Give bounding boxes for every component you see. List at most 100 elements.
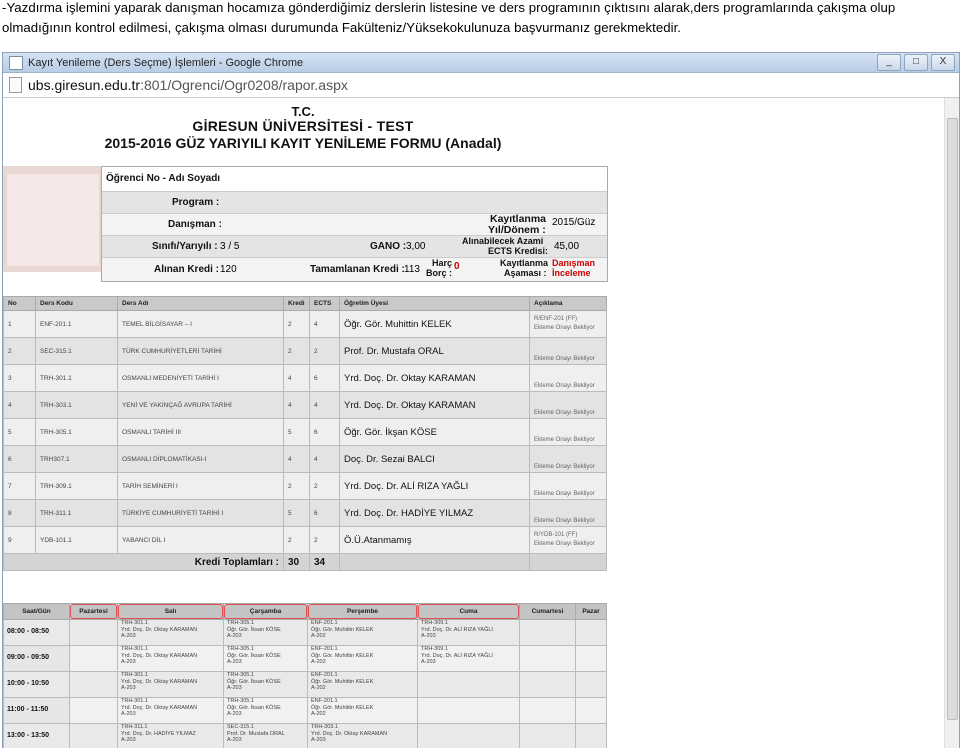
course-no: 3	[4, 365, 36, 392]
course-note-status: Ekleme Onayı Bekliyor	[534, 355, 602, 364]
schedule-table: Saat/GünPazartesiSalıÇarşambaPerşembeCum…	[3, 603, 607, 748]
schedule-time: 08:00 - 08:50	[4, 620, 70, 646]
course-ects: 6	[310, 419, 340, 446]
vertical-scrollbar[interactable]	[944, 98, 959, 748]
credits-taken-label: Alınan Kredi :	[154, 264, 219, 275]
term-value: 2015/Güz	[552, 217, 595, 228]
schedule-cell: ENF-201.1Öğr. Gör. Muhittin KELEKA-202	[308, 672, 418, 698]
course-name: YENİ VE YAKINÇAĞ AVRUPA TARİHİ	[118, 392, 284, 419]
course-header-cell: Ders Kodu	[36, 297, 118, 311]
schedule-cell	[520, 672, 576, 698]
course-note-status: Ekleme Onayı Bekliyor	[534, 324, 602, 333]
schedule-cell	[70, 620, 118, 646]
student-photo	[3, 166, 103, 272]
fee-label-1: Harç	[432, 258, 452, 268]
course-teacher: Öğr. Gör. Muhittin KELEK	[340, 311, 530, 338]
scrollbar-thumb[interactable]	[947, 118, 958, 720]
gano-value: 3,00	[406, 241, 425, 252]
stage-value-2: İnceleme	[552, 268, 591, 278]
schedule-day-header: Saat/Gün	[4, 604, 70, 620]
course-name: OSMANLI TARİHİ III	[118, 419, 284, 446]
course-credit: 2	[284, 473, 310, 500]
course-header-cell: No	[4, 297, 36, 311]
course-row: 2SEC-315.1TÜRK CUMHURİYETLERİ TARİHİ22Pr…	[4, 338, 607, 365]
form-header-university: GİRESUN ÜNİVERSİTESİ - TEST	[3, 118, 603, 134]
course-note-status: Ekleme Onayı Bekliyor	[534, 382, 602, 391]
schedule-cell-line: A-203	[121, 711, 220, 718]
schedule-cell	[576, 620, 607, 646]
close-button[interactable]: X	[931, 54, 955, 71]
schedule-day-header: Cuma	[418, 604, 520, 620]
course-teacher: Yrd. Doç. Dr. HADİYE YILMAZ	[340, 500, 530, 527]
course-note: Ekleme Onayı Bekliyor	[530, 446, 607, 473]
course-credit: 4	[284, 446, 310, 473]
url-text[interactable]: ubs.giresun.edu.tr:801/Ogrenci/Ogr0208/r…	[28, 77, 348, 93]
course-credit: 5	[284, 500, 310, 527]
course-table: NoDers KoduDers AdıKrediECTSÖğretim Üyes…	[3, 296, 607, 571]
course-code: TRH-311.1	[36, 500, 118, 527]
schedule-row: 13:00 - 13:50TRH-311.1Yrd. Doç. Dr. HADİ…	[4, 724, 607, 748]
schedule-cell	[520, 646, 576, 672]
page-content: T.C. GİRESUN ÜNİVERSİTESİ - TEST 2015-20…	[3, 98, 943, 748]
schedule-cell-line: A-202	[311, 659, 414, 666]
course-row: 3TRH-301.1OSMANLI MEDENİYETİ TARİHİ I46Y…	[4, 365, 607, 392]
course-note-code: R/YDB-101 (FF)	[534, 531, 602, 540]
course-code: TRH-303.1	[36, 392, 118, 419]
ects-label-2: ECTS Kredisi:	[488, 246, 548, 256]
credit-total-label: Kredi Toplamları :	[4, 554, 284, 571]
schedule-day-header: Salı	[118, 604, 224, 620]
schedule-cell: TRH-309.1Yrd. Doç. Dr. ALİ RIZA YAĞLIA-2…	[418, 620, 520, 646]
schedule-cell-line: A-202	[311, 633, 414, 640]
schedule-cell-line: A-202	[311, 685, 414, 692]
schedule-cell	[70, 672, 118, 698]
schedule-cell-line: A-203	[121, 633, 220, 640]
schedule-cell: ENF-201.1Öğr. Gör. Muhittin KELEKA-202	[308, 646, 418, 672]
course-note: Ekleme Onayı Bekliyor	[530, 419, 607, 446]
course-no: 1	[4, 311, 36, 338]
course-note-status: Ekleme Onayı Bekliyor	[534, 490, 602, 499]
course-teacher: Yrd. Doç. Dr. Oktay KARAMAN	[340, 365, 530, 392]
course-row: 5TRH-305.1OSMANLI TARİHİ III56Öğr. Gör. …	[4, 419, 607, 446]
course-ects: 4	[310, 446, 340, 473]
title-bar[interactable]: Kayıt Yenileme (Ders Seçme) İşlemleri - …	[3, 53, 959, 73]
schedule-cell	[520, 724, 576, 748]
course-note: Ekleme Onayı Bekliyor	[530, 500, 607, 527]
course-teacher: Yrd. Doç. Dr. Oktay KARAMAN	[340, 392, 530, 419]
page-icon	[9, 56, 23, 70]
fee-label-2: Borç :	[426, 268, 452, 278]
schedule-cell	[70, 698, 118, 724]
schedule-cell-line: A-203	[121, 737, 220, 744]
schedule-day-header: Pazartesi	[70, 604, 118, 620]
schedule-cell-line: A-202	[311, 711, 414, 718]
schedule-day-header: Perşembe	[308, 604, 418, 620]
form-header-tc: T.C.	[3, 104, 603, 119]
course-ects: 4	[310, 311, 340, 338]
course-ects: 2	[310, 527, 340, 554]
schedule-time: 10:00 - 10:50	[4, 672, 70, 698]
course-name: TARİH SEMİNERİ I	[118, 473, 284, 500]
schedule-row: 09:00 - 09:50TRH-301.1Yrd. Doç. Dr. Okta…	[4, 646, 607, 672]
schedule-time: 11:00 - 11:50	[4, 698, 70, 724]
credits-done-label: Tamamlanan Kredi :	[310, 264, 405, 275]
stage-value-1: Danışman	[552, 258, 595, 268]
course-ects: 6	[310, 500, 340, 527]
total-empty	[340, 554, 530, 571]
stage-label-2: Aşaması :	[504, 268, 547, 278]
course-teacher: Prof. Dr. Mustafa ORAL	[340, 338, 530, 365]
minimize-button[interactable]: _	[877, 54, 901, 71]
gano-label: GANO :	[370, 241, 406, 252]
course-teacher: Yrd. Doç. Dr. ALİ RIZA YAĞLI	[340, 473, 530, 500]
class-value: 3 / 5	[220, 241, 239, 252]
address-bar[interactable]: ubs.giresun.edu.tr:801/Ogrenci/Ogr0208/r…	[3, 73, 959, 98]
course-row: 9YDB-101.1YABANCI DİL I22Ö.Ü.AtanmamışR/…	[4, 527, 607, 554]
schedule-cell	[520, 620, 576, 646]
schedule-cell: TRH-309.1Yrd. Doç. Dr. ALİ RIZA YAĞLIA-2…	[418, 646, 520, 672]
maximize-button[interactable]: □	[904, 54, 928, 71]
schedule-cell: TRH-301.1Yrd. Doç. Dr. Oktay KARAMANA-20…	[118, 646, 224, 672]
schedule-day-header: Çarşamba	[224, 604, 308, 620]
course-note: Ekleme Onayı Bekliyor	[530, 365, 607, 392]
instruction-text: -Yazdırma işlemini yaparak danışman hoca…	[2, 0, 958, 38]
course-credit: 5	[284, 419, 310, 446]
course-credit: 2	[284, 527, 310, 554]
course-row: 6TRH307.1OSMANLI DİPLOMATİKASI-I44Doç. D…	[4, 446, 607, 473]
